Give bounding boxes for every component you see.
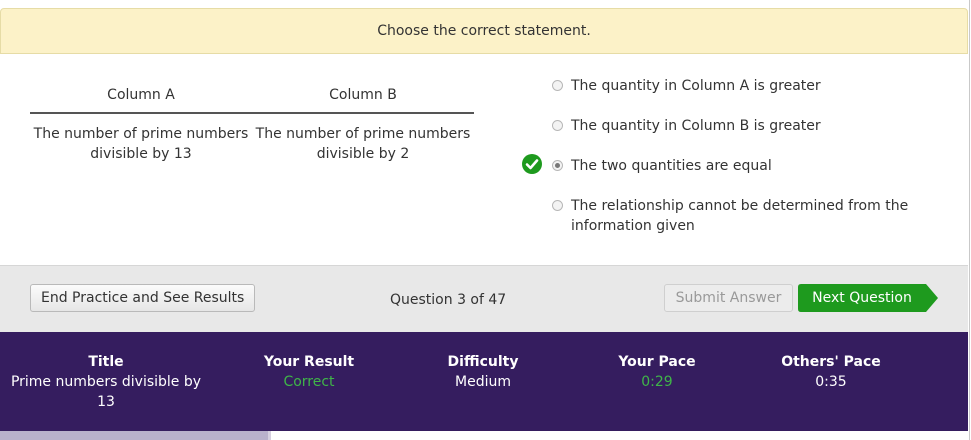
stat-difficulty-value: Medium: [455, 374, 511, 390]
column-b-value: The number of prime numbers divisible by…: [255, 126, 471, 162]
end-practice-button[interactable]: End Practice and See Results: [30, 284, 256, 312]
option-label: The two quantities are equal: [571, 158, 772, 174]
radio-button[interactable]: [552, 80, 563, 91]
bottom-panel: [0, 431, 270, 440]
question-toolbar: End Practice and See Results Question 3 …: [0, 265, 968, 333]
stat-others-pace-value: 0:35: [815, 374, 847, 390]
next-question-label: Next Question: [812, 290, 912, 306]
stat-others-pace: Others' Pace 0:35: [756, 352, 906, 392]
stat-your-pace-value: 0:29: [641, 374, 673, 390]
table-divider: [30, 112, 474, 114]
stat-others-pace-label: Others' Pace: [781, 354, 881, 370]
column-b-header: Column B: [329, 87, 397, 103]
option-label: The relationship cannot be determined fr…: [571, 198, 909, 234]
stat-result-label: Your Result: [263, 354, 355, 370]
column-a-value: The number of prime numbers divisible by…: [33, 126, 249, 162]
column-a-header: Column A: [107, 87, 175, 103]
stat-title-label: Title: [88, 354, 124, 370]
option-d[interactable]: The relationship cannot be determined fr…: [552, 196, 932, 236]
stat-title-value: Prime numbers divisible by 13: [10, 374, 202, 410]
stat-your-pace-label: Your Pace: [618, 354, 696, 370]
option-a[interactable]: The quantity in Column A is greater: [552, 76, 932, 96]
next-question-button[interactable]: Next Question: [798, 284, 939, 312]
submit-answer-button[interactable]: Submit Answer: [664, 284, 793, 312]
option-label: The quantity in Column B is greater: [571, 118, 821, 134]
question-prompt: Choose the correct statement.: [0, 8, 968, 54]
stat-result: Your Result Correct: [234, 352, 384, 392]
stats-bar: Title Prime numbers divisible by 13 Your…: [0, 332, 968, 431]
stat-difficulty-label: Difficulty: [447, 354, 519, 370]
question-area: Column A Column B The number of prime nu…: [0, 54, 968, 265]
question-counter: Question 3 of 47: [390, 292, 507, 308]
radio-button-selected[interactable]: [552, 160, 563, 171]
radio-button[interactable]: [552, 200, 563, 211]
bottom-divider: [268, 431, 271, 440]
stat-result-value: Correct: [283, 374, 335, 390]
stat-title: Title Prime numbers divisible by 13: [8, 352, 204, 412]
stat-your-pace: Your Pace 0:29: [582, 352, 732, 392]
option-b[interactable]: The quantity in Column B is greater: [552, 116, 932, 136]
radio-button[interactable]: [552, 120, 563, 131]
option-label: The quantity in Column A is greater: [571, 78, 821, 94]
stat-difficulty: Difficulty Medium: [408, 352, 558, 392]
option-c[interactable]: The two quantities are equal: [552, 156, 932, 176]
correct-check-icon: [522, 154, 542, 174]
